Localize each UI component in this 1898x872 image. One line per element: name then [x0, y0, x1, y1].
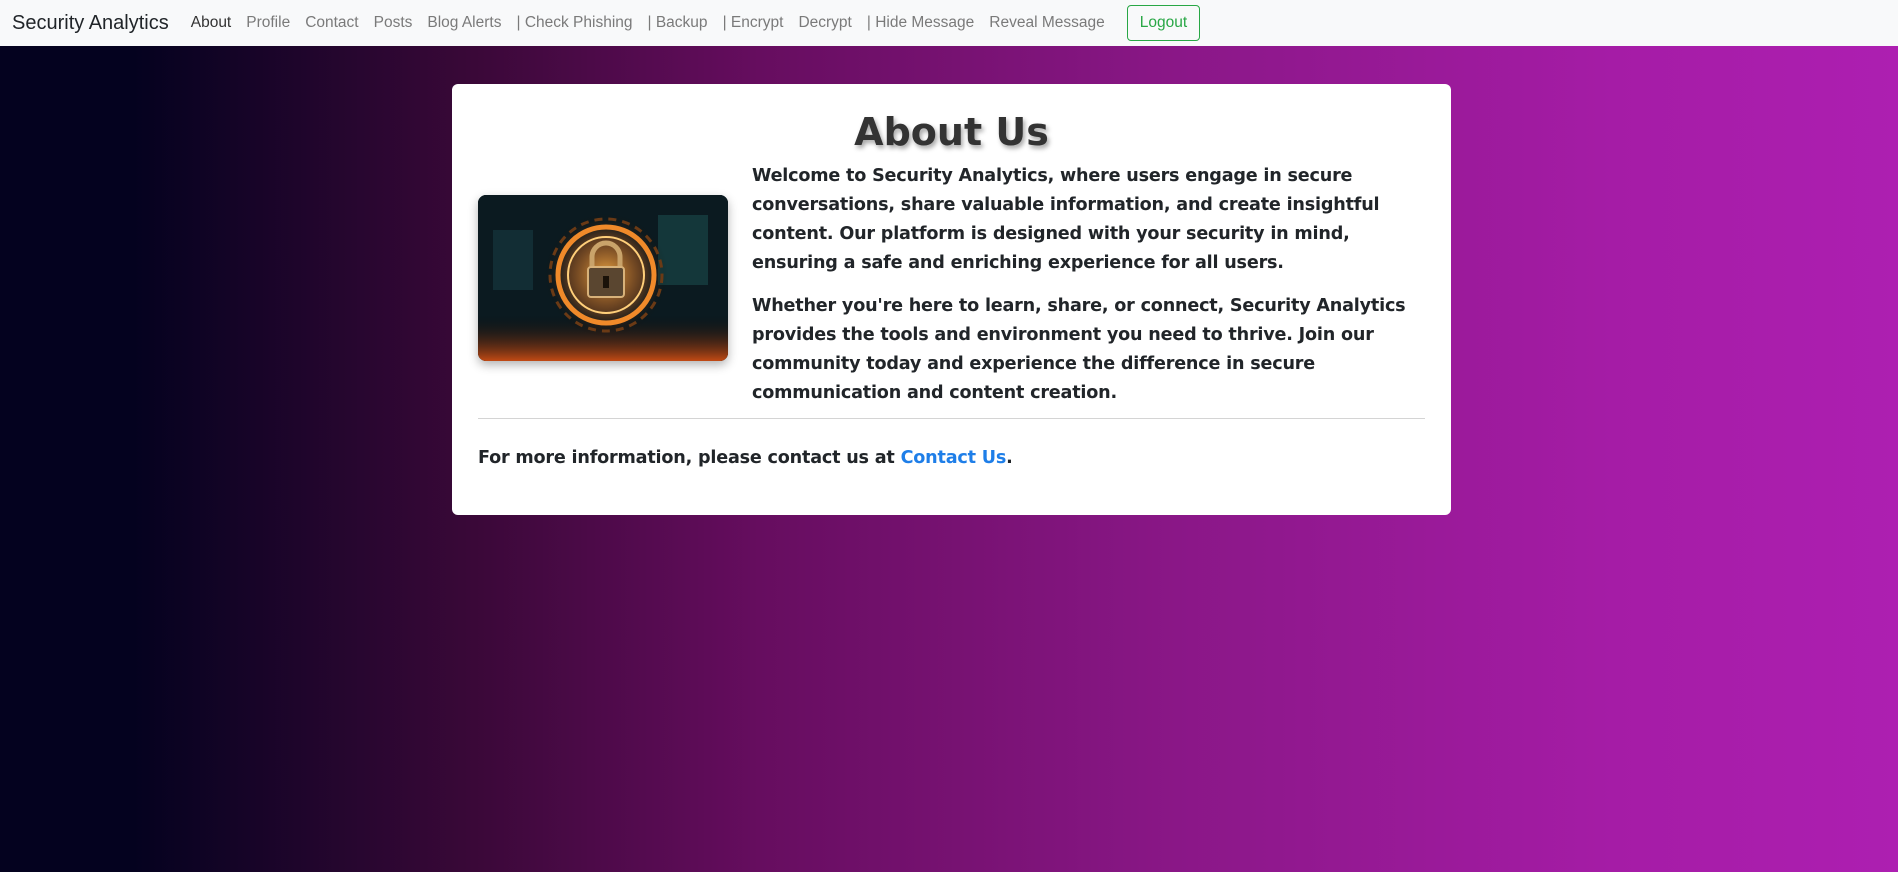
contact-footer-prefix: For more information, please contact us … — [478, 448, 901, 468]
contact-footer: For more information, please contact us … — [478, 448, 1013, 468]
nav-link-decrypt[interactable]: Decrypt — [798, 14, 851, 32]
page-title: About Us — [854, 110, 1049, 154]
nav-link-backup[interactable]: | Backup — [648, 14, 708, 32]
nav-link-contact[interactable]: Contact — [305, 14, 358, 32]
contact-us-link[interactable]: Contact Us — [901, 448, 1007, 468]
logout-button[interactable]: Logout — [1126, 5, 1201, 41]
nav-link-check-phishing[interactable]: | Check Phishing — [516, 14, 632, 32]
nav-link-about[interactable]: About — [191, 14, 232, 32]
padlock-icon — [478, 195, 728, 361]
nav-link-profile[interactable]: Profile — [246, 14, 290, 32]
about-paragraph-1: Welcome to Security Analytics, where use… — [752, 166, 1380, 273]
about-text-column: Welcome to Security Analytics, where use… — [752, 162, 1428, 408]
about-paragraph-2: Whether you're here to learn, share, or … — [752, 296, 1406, 403]
nav-link-reveal-message[interactable]: Reveal Message — [989, 14, 1104, 32]
nav-link-encrypt[interactable]: | Encrypt — [723, 14, 784, 32]
top-navbar: Security Analytics About Profile Contact… — [0, 0, 1898, 46]
brand-logo-text[interactable]: Security Analytics — [12, 12, 169, 35]
about-card: About Us Welcome to Security Analytics, … — [452, 84, 1451, 515]
contact-footer-suffix: . — [1006, 448, 1013, 468]
divider — [478, 418, 1425, 419]
nav-link-blog-alerts[interactable]: Blog Alerts — [427, 14, 501, 32]
nav-link-hide-message[interactable]: | Hide Message — [867, 14, 974, 32]
padlock-image — [478, 195, 728, 361]
nav-link-posts[interactable]: Posts — [374, 14, 413, 32]
